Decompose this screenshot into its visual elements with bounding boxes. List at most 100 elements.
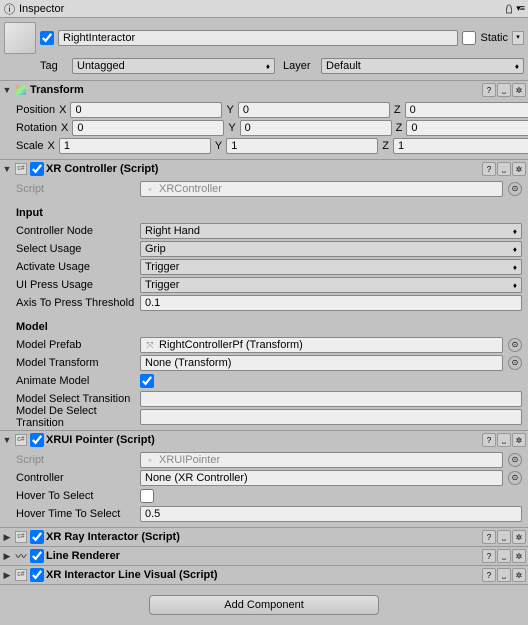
xr-controller-header[interactable]: ▼ c# XR Controller (Script) ? ⎵ ✲ — [0, 160, 528, 178]
foldout-open-icon: ▼ — [2, 164, 12, 174]
animate-model-label: Animate Model — [6, 375, 136, 387]
gameobject-header: Static ▾ Tag Untagged ♦ Layer Default ♦ — [0, 18, 528, 81]
preset-button[interactable]: ⎵ — [497, 549, 511, 563]
gameobject-icon[interactable] — [4, 22, 36, 54]
tag-dropdown[interactable]: Untagged ♦ — [72, 58, 275, 74]
component-enable-checkbox[interactable] — [30, 530, 44, 544]
x-label: X — [61, 122, 68, 134]
gear-icon[interactable]: ✲ — [512, 433, 526, 447]
static-label: Static — [480, 32, 508, 44]
position-x-input[interactable] — [70, 102, 222, 118]
transform-header[interactable]: ▼ Transform ? ⎵ ✲ — [0, 81, 528, 99]
animate-model-checkbox[interactable] — [140, 374, 154, 388]
xr-controller-title: XR Controller (Script) — [46, 163, 480, 175]
scale-x-input[interactable] — [59, 138, 211, 154]
active-checkbox[interactable] — [40, 31, 54, 45]
object-picker-icon[interactable]: ⊙ — [508, 356, 522, 370]
help-button[interactable]: ? — [482, 83, 496, 97]
inspector-titlebar: ⓘ Inspector ▾≡ — [0, 0, 528, 18]
gear-icon[interactable]: ✲ — [512, 549, 526, 563]
preset-button[interactable]: ⎵ — [497, 530, 511, 544]
controller-field[interactable]: None (XR Controller) — [140, 470, 503, 486]
axis-threshold-input[interactable] — [140, 295, 522, 311]
help-button[interactable]: ? — [482, 162, 496, 176]
model-select-input[interactable] — [140, 391, 522, 407]
scale-y-input[interactable] — [226, 138, 378, 154]
help-button[interactable]: ? — [482, 433, 496, 447]
gear-icon[interactable]: ✲ — [512, 162, 526, 176]
help-button[interactable]: ? — [482, 530, 496, 544]
object-picker-icon[interactable]: ⊙ — [508, 471, 522, 485]
chevron-down-icon: ♦ — [513, 263, 517, 272]
script-label: Script — [6, 183, 136, 195]
tag-label: Tag — [40, 60, 68, 72]
xrui-pointer-header[interactable]: ▼ c# XRUI Pointer (Script) ? ⎵ ✲ — [0, 431, 528, 449]
component-enable-checkbox[interactable] — [30, 433, 44, 447]
component-enable-checkbox[interactable] — [30, 568, 44, 582]
gear-icon[interactable]: ✲ — [512, 568, 526, 582]
help-button[interactable]: ? — [482, 568, 496, 582]
position-label: Position — [6, 104, 55, 116]
model-transform-field[interactable]: None (Transform) — [140, 355, 503, 371]
tab-menu-icon[interactable]: ▾≡ — [516, 3, 524, 14]
rotation-y-input[interactable] — [240, 120, 392, 136]
script-value: XRController — [159, 183, 222, 195]
activate-usage-dropdown[interactable]: Trigger ♦ — [140, 259, 522, 275]
xr-interactor-line-visual-component: ▶ c# XR Interactor Line Visual (Script) … — [0, 566, 528, 585]
preset-button[interactable]: ⎵ — [497, 568, 511, 582]
activate-usage-label: Activate Usage — [6, 261, 136, 273]
model-transform-value: None (Transform) — [145, 357, 231, 369]
line-renderer-icon: 〰 — [14, 549, 28, 563]
xr-ray-interactor-header[interactable]: ▶ c# XR Ray Interactor (Script) ? ⎵ ✲ — [0, 528, 528, 546]
model-prefab-label: Model Prefab — [6, 339, 136, 351]
object-picker-icon[interactable]: ⊙ — [508, 453, 522, 467]
static-checkbox[interactable] — [462, 31, 476, 45]
controller-node-value: Right Hand — [145, 225, 200, 237]
foldout-closed-icon: ▶ — [2, 570, 12, 581]
scale-label: Scale — [6, 140, 44, 152]
component-enable-checkbox[interactable] — [30, 549, 44, 563]
transform-component: ▼ Transform ? ⎵ ✲ Position X Y Z Rotatio… — [0, 81, 528, 160]
position-y-input[interactable] — [238, 102, 390, 118]
gear-icon[interactable]: ✲ — [512, 83, 526, 97]
scale-z-input[interactable] — [393, 138, 528, 154]
ui-press-usage-dropdown[interactable]: Trigger ♦ — [140, 277, 522, 293]
select-usage-label: Select Usage — [6, 243, 136, 255]
foldout-closed-icon: ▶ — [2, 551, 12, 562]
static-dropdown-icon[interactable]: ▾ — [512, 31, 524, 45]
hover-time-label: Hover Time To Select — [6, 508, 136, 520]
script-asset-icon: ▫ — [145, 455, 155, 465]
model-prefab-field[interactable]: ⤧ RightControllerPf (Transform) — [140, 337, 503, 353]
script-icon: c# — [14, 530, 28, 544]
select-usage-dropdown[interactable]: Grip ♦ — [140, 241, 522, 257]
line-renderer-header[interactable]: ▶ 〰 Line Renderer ? ⎵ ✲ — [0, 547, 528, 565]
model-deselect-input[interactable] — [140, 409, 522, 425]
script-icon: c# — [14, 162, 28, 176]
preset-button[interactable]: ⎵ — [497, 433, 511, 447]
controller-value: None (XR Controller) — [145, 472, 248, 484]
controller-node-dropdown[interactable]: Right Hand ♦ — [140, 223, 522, 239]
gameobject-name-input[interactable] — [58, 30, 458, 46]
tag-value: Untagged — [77, 60, 125, 72]
component-enable-checkbox[interactable] — [30, 162, 44, 176]
gear-icon[interactable]: ✲ — [512, 530, 526, 544]
input-header: Input — [6, 207, 136, 219]
model-header: Model — [6, 321, 136, 333]
layer-dropdown[interactable]: Default ♦ — [321, 58, 524, 74]
hover-time-input[interactable] — [140, 506, 522, 522]
rotation-z-input[interactable] — [406, 120, 528, 136]
rotation-x-input[interactable] — [72, 120, 224, 136]
xr-interactor-line-visual-title: XR Interactor Line Visual (Script) — [46, 569, 480, 581]
hover-to-select-label: Hover To Select — [6, 490, 136, 502]
position-z-input[interactable] — [405, 102, 528, 118]
y-label: Y — [228, 122, 235, 134]
xr-interactor-line-visual-header[interactable]: ▶ c# XR Interactor Line Visual (Script) … — [0, 566, 528, 584]
hover-to-select-checkbox[interactable] — [140, 489, 154, 503]
help-button[interactable]: ? — [482, 549, 496, 563]
object-picker-icon[interactable]: ⊙ — [508, 338, 522, 352]
preset-button[interactable]: ⎵ — [497, 162, 511, 176]
lock-icon[interactable] — [504, 4, 514, 14]
add-component-button[interactable]: Add Component — [149, 595, 379, 615]
object-picker-icon[interactable]: ⊙ — [508, 182, 522, 196]
preset-button[interactable]: ⎵ — [497, 83, 511, 97]
